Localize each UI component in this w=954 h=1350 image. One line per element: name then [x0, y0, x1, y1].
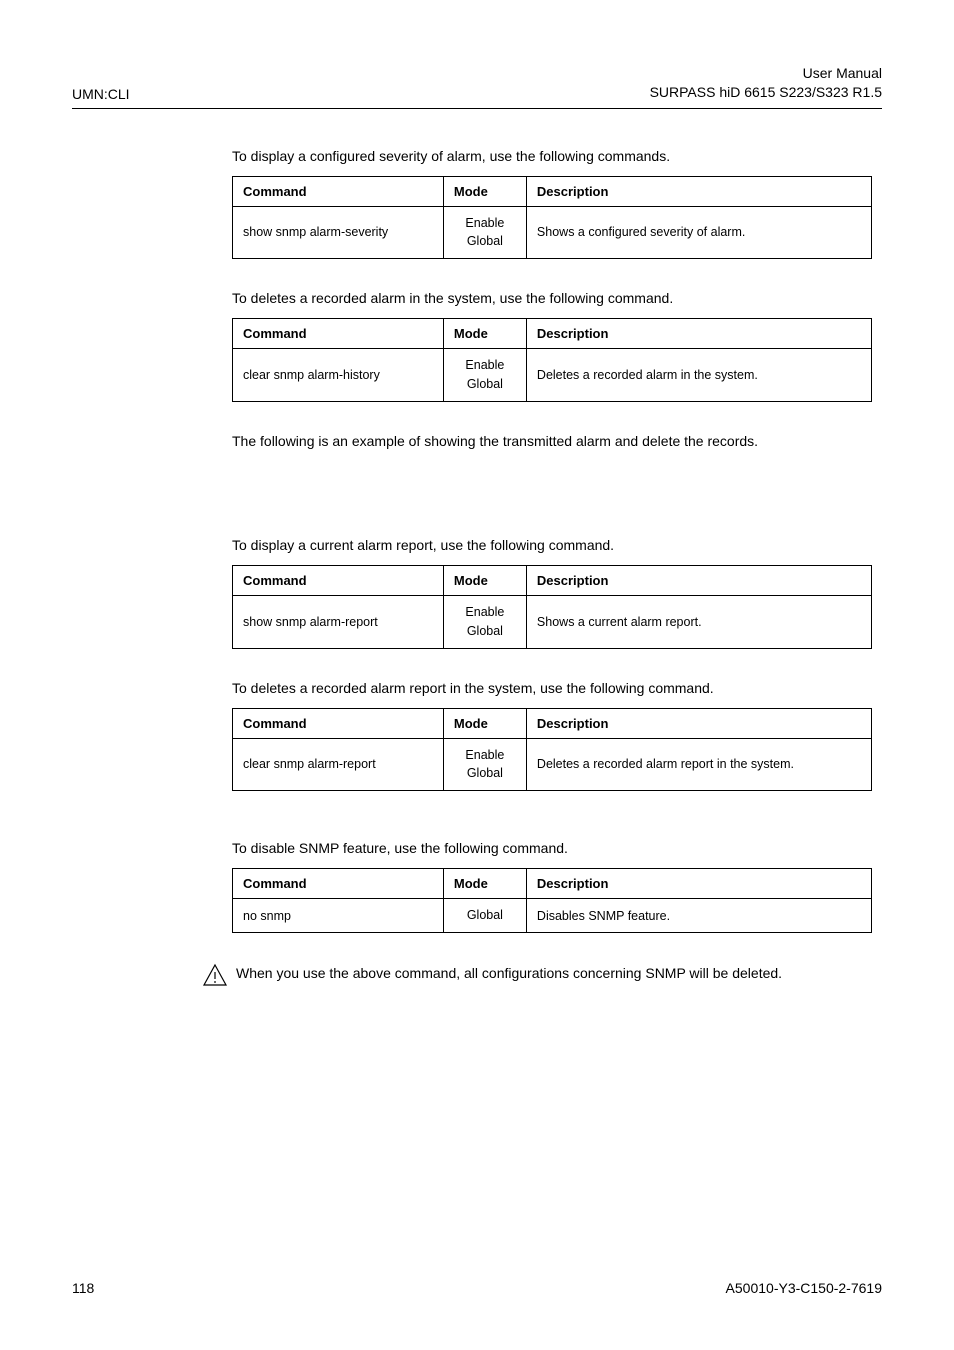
col-description: Description [526, 176, 871, 206]
command-table-1: Command Mode Description show snmp alarm… [232, 176, 872, 260]
col-description: Description [526, 566, 871, 596]
col-mode: Mode [443, 869, 526, 899]
col-mode: Mode [443, 566, 526, 596]
intro-text-4: To display a current alarm report, use t… [232, 536, 872, 555]
header-right-line1: User Manual [650, 64, 882, 83]
cell-mode: Enable Global [443, 738, 526, 791]
table-row: clear snmp alarm-report Enable Global De… [233, 738, 872, 791]
col-description: Description [526, 869, 871, 899]
col-description: Description [526, 708, 871, 738]
col-mode: Mode [443, 176, 526, 206]
col-command: Command [233, 566, 444, 596]
cell-description: Disables SNMP feature. [526, 899, 871, 933]
cell-command: clear snmp alarm-report [233, 738, 444, 791]
table-row: clear snmp alarm-history Enable Global D… [233, 349, 872, 402]
table-header-row: Command Mode Description [233, 708, 872, 738]
cell-command: show snmp alarm-report [233, 596, 444, 649]
warning-triangle-icon [202, 963, 230, 987]
header-left: UMN:CLI [72, 86, 130, 102]
command-table-3: Command Mode Description show snmp alarm… [232, 565, 872, 649]
page-header: UMN:CLI User Manual SURPASS hiD 6615 S22… [72, 64, 882, 109]
table-row: show snmp alarm-report Enable Global Sho… [233, 596, 872, 649]
cell-description: Deletes a recorded alarm in the system. [526, 349, 871, 402]
col-command: Command [233, 708, 444, 738]
command-table-2: Command Mode Description clear snmp alar… [232, 318, 872, 402]
intro-text-6: To disable SNMP feature, use the followi… [232, 839, 872, 858]
page-footer: 118 A50010-Y3-C150-2-7619 [72, 1280, 882, 1296]
header-right: User Manual SURPASS hiD 6615 S223/S323 R… [650, 64, 882, 102]
col-command: Command [233, 869, 444, 899]
table-header-row: Command Mode Description [233, 566, 872, 596]
command-table-4: Command Mode Description clear snmp alar… [232, 708, 872, 792]
table-row: no snmp Global Disables SNMP feature. [233, 899, 872, 933]
col-mode: Mode [443, 708, 526, 738]
table-header-row: Command Mode Description [233, 176, 872, 206]
cell-mode: Enable Global [443, 206, 526, 259]
cell-mode: Global [443, 899, 526, 933]
table-header-row: Command Mode Description [233, 869, 872, 899]
cell-description: Deletes a recorded alarm report in the s… [526, 738, 871, 791]
cell-command: show snmp alarm-severity [233, 206, 444, 259]
intro-text-1: To display a configured severity of alar… [232, 147, 872, 166]
cell-description: Shows a current alarm report. [526, 596, 871, 649]
example-text: The following is an example of showing t… [232, 432, 872, 451]
header-right-line2: SURPASS hiD 6615 S223/S323 R1.5 [650, 83, 882, 102]
cell-description: Shows a configured severity of alarm. [526, 206, 871, 259]
table-row: show snmp alarm-severity Enable Global S… [233, 206, 872, 259]
col-mode: Mode [443, 319, 526, 349]
command-table-5: Command Mode Description no snmp Global … [232, 868, 872, 933]
intro-text-2: To deletes a recorded alarm in the syste… [232, 289, 872, 308]
table-header-row: Command Mode Description [233, 319, 872, 349]
content-area: To display a configured severity of alar… [232, 147, 872, 933]
footer-page-number: 118 [72, 1280, 94, 1296]
col-command: Command [233, 176, 444, 206]
cell-mode: Enable Global [443, 349, 526, 402]
cell-command: no snmp [233, 899, 444, 933]
footer-doc-id: A50010-Y3-C150-2-7619 [726, 1280, 882, 1296]
caution-text: When you use the above command, all conf… [236, 963, 782, 981]
caution-note: When you use the above command, all conf… [72, 963, 882, 987]
col-command: Command [233, 319, 444, 349]
intro-text-5: To deletes a recorded alarm report in th… [232, 679, 872, 698]
col-description: Description [526, 319, 871, 349]
cell-mode: Enable Global [443, 596, 526, 649]
cell-command: clear snmp alarm-history [233, 349, 444, 402]
